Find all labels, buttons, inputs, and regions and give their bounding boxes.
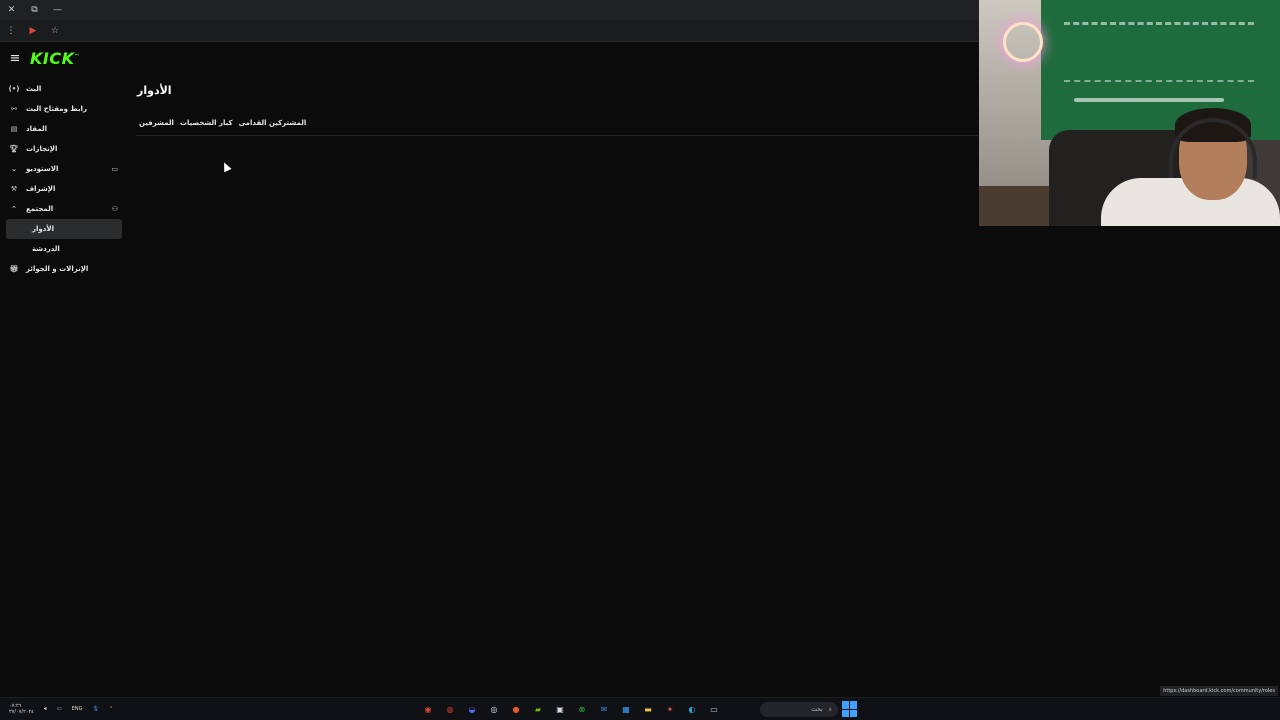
sidebar-item-label: المجتمع xyxy=(26,205,54,213)
terminal-app-icon[interactable]: ▣ xyxy=(552,702,568,718)
mouse-cursor-icon xyxy=(220,160,232,173)
volume-icon[interactable]: 🔊︎ xyxy=(44,706,47,712)
logo-trademark: ™ xyxy=(74,53,80,60)
chevron-down-icon: ⌄ xyxy=(11,165,17,173)
xbox-app-icon[interactable]: ⊗ xyxy=(574,702,590,718)
status-url: https://dashboard.kick.com/community/rol… xyxy=(1160,686,1278,696)
sidebar-subitem-label: الدردشة xyxy=(32,245,60,253)
app-red-app-icon[interactable]: ◍ xyxy=(442,702,458,718)
sidebar-subitem-roles[interactable]: الأدوار xyxy=(6,219,122,239)
system-tray: ٠٧:٢٦ ٢٧/٠٧/٢٠٢٤ 🔊︎ ▭ ENG 🎙︎ ⌃ xyxy=(0,703,113,715)
discord-app-icon[interactable]: ◒ xyxy=(464,702,480,718)
search-placeholder: بحث xyxy=(811,706,823,713)
windows-logo-tile xyxy=(842,709,849,717)
flag-script xyxy=(1064,22,1254,82)
play-icon: ▶ xyxy=(29,25,37,36)
sidebar-item-label: الإنجازات xyxy=(26,145,58,153)
trophy-icon: 🏆︎ xyxy=(9,145,19,153)
tab-moderators[interactable]: المشرفين xyxy=(139,116,174,130)
taskbar: ٠٧:٢٦ ٢٧/٠٧/٢٠٢٤ 🔊︎ ▭ ENG 🎙︎ ⌃ ◉ ◍ ◒ ◎ ● ▰ ▣ ⊗ ✉… xyxy=(0,697,1280,720)
extension-button[interactable]: ▶ xyxy=(22,20,44,42)
sidebar-subitem-label: الأدوار xyxy=(32,225,54,233)
window-app-icon[interactable]: ▭ xyxy=(706,702,722,718)
start-button[interactable] xyxy=(842,701,858,717)
sidebar-item-stream-key[interactable]: ⚯ رابط ومفتاح البث xyxy=(0,99,126,119)
studio-icon: ▭ xyxy=(111,165,118,173)
app-orange-app-icon[interactable]: ● xyxy=(508,702,524,718)
edge-app-icon[interactable]: ◐ xyxy=(684,702,700,718)
sidebar-item-moderation[interactable]: ⚒ الإشراف xyxy=(0,179,126,199)
app-multi-app-icon[interactable]: ✦ xyxy=(662,702,678,718)
hamburger-menu-button[interactable]: ≡ xyxy=(0,43,30,73)
restore-window-button[interactable]: ⧉ xyxy=(23,0,46,20)
minimize-window-button[interactable]: — xyxy=(46,0,69,20)
moderation-icon: ⚒ xyxy=(10,185,18,193)
shelf xyxy=(979,186,1049,226)
kick-logo[interactable]: KICK™ xyxy=(30,49,80,68)
sidebar: (•) البث ⚯ رابط ومفتاح البث ▤ المقاد 🏆︎ … xyxy=(0,79,126,279)
browser-menu-button[interactable]: ⋮ xyxy=(0,20,22,42)
obs-app-icon[interactable]: ◎ xyxy=(486,702,502,718)
windows-logo-tile xyxy=(842,701,849,709)
sidebar-item-label: الإنزالات و الجوائز xyxy=(26,265,89,273)
neon-light xyxy=(1003,22,1043,62)
clock-date: ٢٧/٠٧/٢٠٢٤ xyxy=(9,709,34,715)
broadcast-icon: (•) xyxy=(8,85,20,93)
logo-text: KICK xyxy=(30,48,75,68)
network-icon[interactable]: ▭ xyxy=(57,706,62,712)
sidebar-item-community[interactable]: ⌃ المجتمع ⚇ xyxy=(0,199,126,219)
roles-tabs: المشرفين كبار الشخصيات المشتركين القدامى xyxy=(139,116,306,130)
windows-logo-tile xyxy=(850,709,857,717)
sidebar-item-drops-rewards[interactable]: 🎁︎ الإنزالات و الجوائز xyxy=(0,259,126,279)
language-indicator[interactable]: ENG xyxy=(72,706,83,712)
star-icon: ☆ xyxy=(50,25,60,36)
tab-vips[interactable]: كبار الشخصيات xyxy=(180,116,233,130)
sidebar-item-label: الاستوديو xyxy=(26,165,59,173)
page-title: الأدوار xyxy=(137,84,172,97)
minimize-icon: — xyxy=(53,5,62,15)
gift-icon: 🎁︎ xyxy=(9,265,19,273)
taskbar-search[interactable]: بحث ⌕ xyxy=(760,702,838,717)
sidebar-item-stream[interactable]: (•) البث xyxy=(0,79,126,99)
sidebar-item-studio[interactable]: ⌄ الاستوديو ▭ xyxy=(0,159,126,179)
tabs-divider xyxy=(136,135,978,136)
hamburger-icon: ≡ xyxy=(9,50,21,66)
search-icon: ⌕ xyxy=(828,705,832,713)
nvidia-app-icon[interactable]: ▰ xyxy=(530,702,546,718)
store-app-icon[interactable]: ▦ xyxy=(618,702,634,718)
sidebar-item-panel[interactable]: ▤ المقاد xyxy=(0,119,126,139)
folder-app-icon[interactable]: ▬ xyxy=(640,702,656,718)
webcam-overlay xyxy=(979,0,1280,226)
bookmark-button[interactable]: ☆ xyxy=(44,20,66,42)
panel-icon: ▤ xyxy=(10,125,18,133)
sidebar-subitem-chat[interactable]: الدردشة xyxy=(6,239,122,259)
taskbar-apps: ◉ ◍ ◒ ◎ ● ▰ ▣ ⊗ ✉ ▦ ▬ ✦ ◐ ▭ xyxy=(420,698,722,720)
sidebar-item-achievements[interactable]: 🏆︎ الإنجازات xyxy=(0,139,126,159)
sidebar-item-label: المقاد xyxy=(26,125,47,133)
sidebar-item-label: رابط ومفتاح البث xyxy=(26,105,87,113)
restore-icon: ⧉ xyxy=(31,5,38,15)
flag-sword xyxy=(1074,98,1224,102)
tab-og-subscribers[interactable]: المشتركين القدامى xyxy=(239,116,307,130)
close-icon: ✕ xyxy=(7,5,16,15)
chrome-app-icon[interactable]: ◉ xyxy=(420,702,436,718)
kebab-menu-icon: ⋮ xyxy=(6,25,16,36)
windows-logo-tile xyxy=(850,701,857,709)
sidebar-item-label: الإشراف xyxy=(26,185,56,193)
chevron-up-icon[interactable]: ⌃ xyxy=(109,706,113,712)
clock[interactable]: ٠٧:٢٦ ٢٧/٠٧/٢٠٢٤ xyxy=(9,703,34,715)
microphone-icon[interactable]: 🎙︎ xyxy=(93,706,99,712)
close-window-button[interactable]: ✕ xyxy=(0,0,23,20)
link-icon: ⚯ xyxy=(11,105,17,113)
mail-app-icon[interactable]: ✉ xyxy=(596,702,612,718)
community-icon: ⚇ xyxy=(111,205,118,213)
address-bar[interactable] xyxy=(66,23,970,39)
chevron-up-icon: ⌃ xyxy=(11,205,17,213)
sidebar-item-label: البث xyxy=(26,85,42,93)
